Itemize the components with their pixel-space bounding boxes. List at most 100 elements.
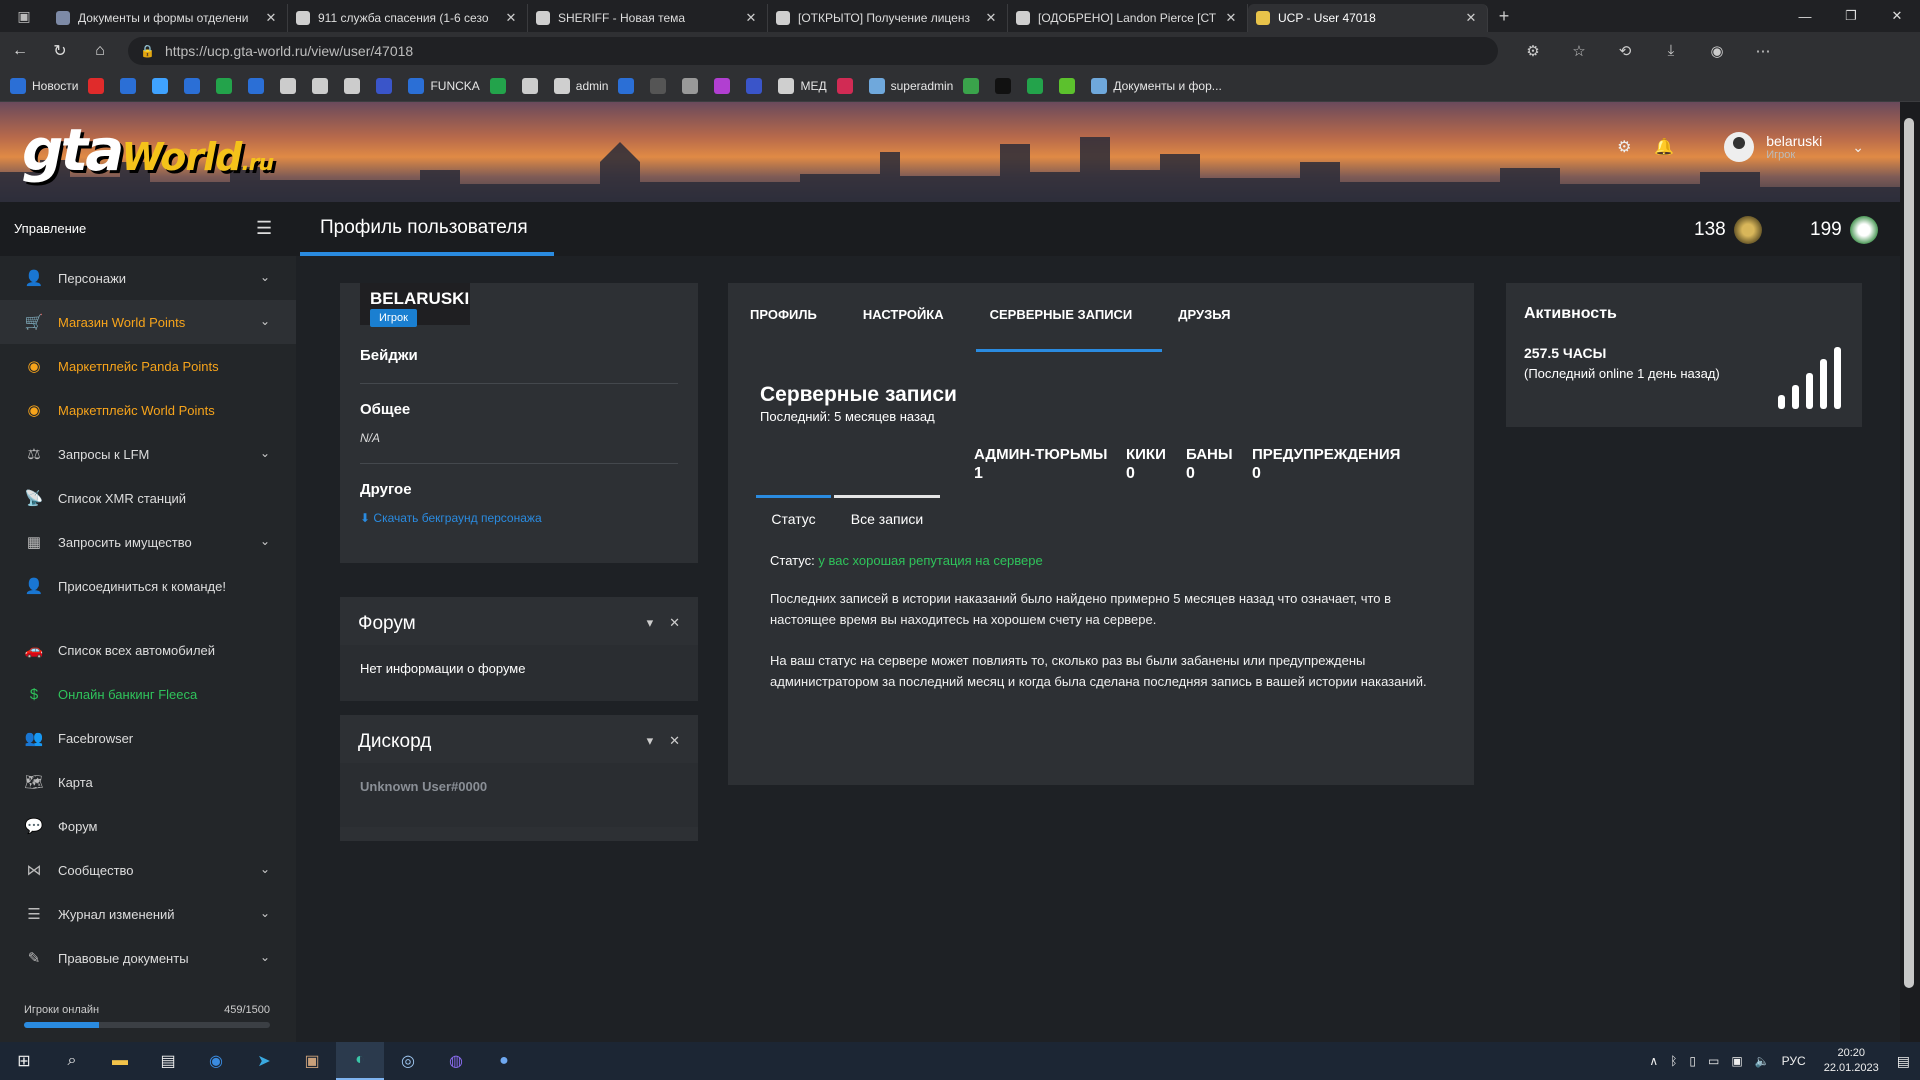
subtab-all-records[interactable]: Все записи — [834, 495, 940, 535]
steam-icon[interactable]: ◎ — [384, 1042, 432, 1080]
extensions-icon[interactable]: ⚙ — [1510, 42, 1556, 60]
close-tab-icon[interactable]: ✕ — [983, 10, 999, 26]
bookmark-item[interactable] — [714, 77, 736, 94]
sidebar-item[interactable]: ▦ Запросить имущество ⌄ — [0, 520, 296, 564]
bookmark-item[interactable] — [836, 77, 859, 94]
search-icon[interactable]: ⌕ — [48, 1042, 96, 1080]
bookmark-item[interactable] — [88, 77, 110, 94]
bookmark-item[interactable] — [489, 77, 512, 94]
browser-tab[interactable]: [ОТКРЫТО] Получение лиценз ✕ — [768, 4, 1008, 32]
download-background-link[interactable]: ⬇ Скачать бекграунд персонажа — [360, 511, 542, 525]
minimize-icon[interactable]: — — [1782, 0, 1828, 32]
favorites-icon[interactable]: ☆ — [1556, 42, 1602, 60]
tab-settings[interactable]: НАСТРОЙКА — [863, 283, 966, 351]
bookmark-item[interactable]: Новости — [10, 77, 78, 94]
bookmark-item[interactable] — [521, 77, 544, 94]
bookmark-item[interactable]: МЕД — [778, 77, 827, 94]
user-menu[interactable]: belaruski Игрок ⌄ — [1724, 132, 1864, 162]
language-indicator[interactable]: РУС — [1782, 1054, 1806, 1068]
restore-icon[interactable]: ❐ — [1828, 0, 1874, 32]
close-tab-icon[interactable]: ✕ — [743, 10, 759, 26]
close-tab-icon[interactable]: ✕ — [263, 10, 279, 26]
history-icon[interactable]: ⟲ — [1602, 42, 1648, 60]
volume-icon[interactable]: 🔈 — [1755, 1054, 1770, 1068]
edge-browser-icon[interactable]: ◐ — [336, 1042, 384, 1080]
hamburger-menu-icon[interactable]: ☰ — [256, 218, 272, 239]
sidebar-item[interactable]: ⚖ Запросы к LFM ⌄ — [0, 432, 296, 476]
bookmark-item[interactable] — [682, 77, 704, 94]
battery-icon[interactable]: ▭ — [1708, 1054, 1719, 1068]
notifications-icon[interactable]: ▤ — [1897, 1053, 1910, 1070]
bookmark-item[interactable] — [1059, 77, 1081, 94]
download-icon[interactable]: ⤓ — [1648, 42, 1694, 60]
bookmark-item[interactable] — [376, 77, 398, 94]
collapse-caret-icon[interactable]: ▾ — [647, 615, 654, 631]
sidebar-item[interactable]: 🗺 Карта — [0, 760, 296, 804]
close-tab-icon[interactable]: ✕ — [1463, 10, 1479, 26]
close-window-icon[interactable]: ✕ — [1874, 0, 1920, 32]
sidebar-item[interactable]: 💬 Форум — [0, 804, 296, 848]
sidebar-item[interactable]: 🚗 Список всех автомобилей — [0, 628, 296, 672]
bookmark-item[interactable]: Документы и фор... — [1091, 77, 1222, 94]
browser-tab[interactable]: 911 служба спасения (1-6 сезо ✕ — [288, 4, 528, 32]
sidebar-item[interactable]: $ Онлайн банкинг Fleeca — [0, 672, 296, 716]
sidebar-item[interactable]: 👤 Персонажи ⌄ — [0, 256, 296, 300]
sidebar-item[interactable]: 👥 Facebrowser — [0, 716, 296, 760]
browser-tab[interactable]: UCP - User 47018 ✕ — [1248, 4, 1488, 32]
discord-icon[interactable]: ◍ — [432, 1042, 480, 1080]
bookmark-item[interactable] — [344, 77, 366, 94]
usb-icon[interactable]: ▯ — [1689, 1054, 1696, 1068]
bookmark-item[interactable] — [963, 77, 985, 94]
bookmark-item[interactable] — [280, 77, 302, 94]
bluetooth-icon[interactable]: ᛒ — [1670, 1054, 1677, 1068]
file-explorer-icon[interactable]: ▬ — [96, 1042, 144, 1080]
close-icon[interactable]: ✕ — [669, 615, 680, 631]
vk-app-icon[interactable]: ◉ — [192, 1042, 240, 1080]
close-tab-icon[interactable]: ✕ — [503, 10, 519, 26]
bookmark-item[interactable] — [746, 77, 768, 94]
bookmark-item[interactable] — [312, 77, 334, 94]
tab-server-records[interactable]: СЕРВЕРНЫЕ ЗАПИСИ — [990, 283, 1155, 351]
collapse-caret-icon[interactable]: ▾ — [647, 733, 654, 749]
sidebar-item[interactable]: ⋈ Сообщество ⌄ — [0, 848, 296, 892]
back-icon[interactable]: ← — [0, 32, 40, 70]
tray-chevron-icon[interactable]: ∧ — [1649, 1054, 1658, 1068]
browser-tab[interactable]: [ОДОБРЕНО] Landon Pierce [СТ ✕ — [1008, 4, 1248, 32]
bookmark-item[interactable] — [650, 77, 672, 94]
bookmark-item[interactable]: superadmin — [868, 77, 953, 94]
subtab-status[interactable]: Статус — [756, 495, 831, 535]
sidebar-item[interactable]: ✎ Правовые документы ⌄ — [0, 936, 296, 980]
bookmark-item[interactable] — [995, 77, 1017, 94]
bookmark-item[interactable] — [1027, 77, 1049, 94]
game-app-icon[interactable]: ▣ — [288, 1042, 336, 1080]
sidebar-item[interactable]: 👤 Присоединиться к команде! — [0, 564, 296, 608]
sidebar-item[interactable]: 🛒 Магазин World Points ⌄ — [0, 300, 296, 344]
bookmark-item[interactable] — [152, 77, 174, 94]
bookmark-item[interactable]: FUNCKA — [408, 77, 480, 94]
calendar-app-icon[interactable]: ▤ — [144, 1042, 192, 1080]
browser-tab[interactable]: SHERIFF - Новая тема ✕ — [528, 4, 768, 32]
clock[interactable]: 20:20 22.01.2023 — [1824, 1046, 1879, 1076]
notification-bell-icon[interactable]: 🔔 — [1644, 137, 1684, 157]
page-scrollbar-thumb[interactable] — [1904, 118, 1914, 988]
sidebar-item[interactable]: ☰ Журнал изменений ⌄ — [0, 892, 296, 936]
url-input[interactable]: 🔒 https://ucp.gta-world.ru/view/user/470… — [128, 37, 1498, 65]
bookmark-item[interactable] — [618, 77, 640, 94]
menu-icon[interactable]: ⋯ — [1740, 42, 1786, 60]
site-logo[interactable]: gtaWorld.ru — [22, 116, 274, 184]
sidebar-item[interactable]: ◉ Маркетплейс World Points — [0, 388, 296, 432]
sidebar-item[interactable]: 📡 Список XMR станций — [0, 476, 296, 520]
tab-friends[interactable]: ДРУЗЬЯ — [1178, 283, 1252, 351]
bookmark-item[interactable] — [184, 77, 206, 94]
qbittorrent-icon[interactable]: ● — [480, 1042, 528, 1080]
sidebar-item[interactable]: ◉ Маркетплейс Panda Points — [0, 344, 296, 388]
network-icon[interactable]: ▣ — [1731, 1054, 1742, 1068]
settings-gear-icon[interactable]: ⚙ — [1604, 137, 1644, 157]
new-tab-button[interactable]: + — [1488, 6, 1520, 27]
bookmark-item[interactable] — [216, 77, 238, 94]
telegram-icon[interactable]: ➤ — [240, 1042, 288, 1080]
reload-icon[interactable]: ↻ — [40, 32, 80, 70]
close-tab-icon[interactable]: ✕ — [1223, 10, 1239, 26]
profile-icon[interactable]: ◉ — [1694, 42, 1740, 60]
bookmark-item[interactable]: admin — [553, 77, 608, 94]
